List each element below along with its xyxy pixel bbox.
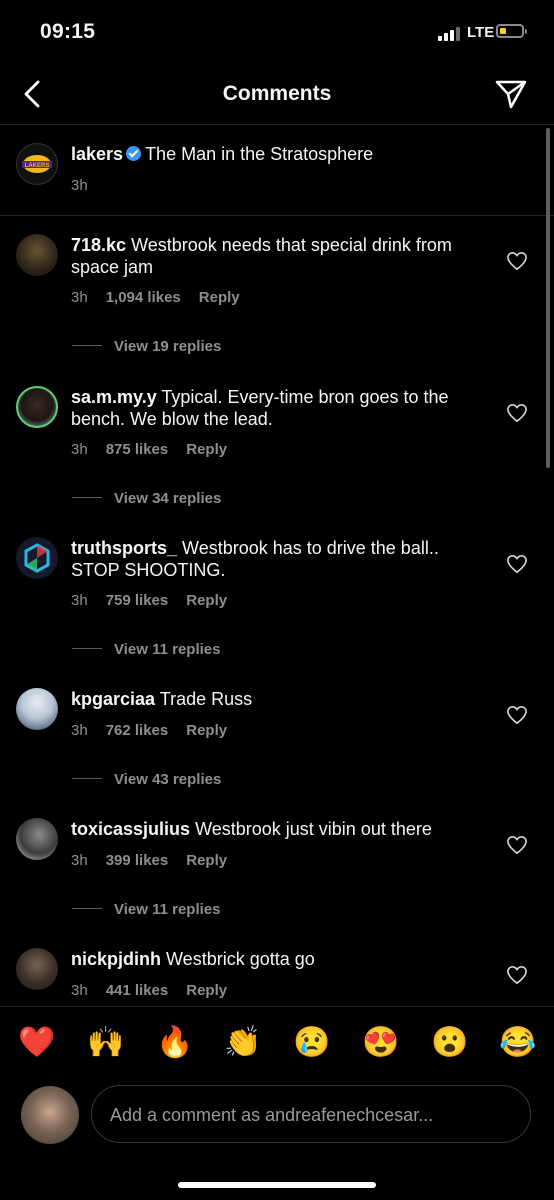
caption-text: The Man in the Stratosphere: [145, 144, 374, 164]
comment-time: 3h: [71, 592, 88, 609]
caption-username[interactable]: lakers: [71, 144, 123, 164]
view-replies-text: View 19 replies: [114, 338, 222, 355]
comment-username[interactable]: truthsports_: [71, 538, 177, 558]
view-replies-link[interactable]: View 43 replies: [72, 771, 221, 788]
status-bar: 09:15 LTE: [0, 0, 554, 64]
comment-username[interactable]: kpgarciaa: [71, 689, 155, 709]
like-heart-icon[interactable]: [506, 251, 528, 271]
reply-button[interactable]: Reply: [199, 289, 240, 306]
view-replies-text: View 11 replies: [114, 641, 221, 658]
user-avatar[interactable]: [16, 818, 58, 860]
comment-username[interactable]: nickpjdinh: [71, 949, 161, 969]
verified-badge-icon: [126, 146, 142, 161]
view-replies-text: View 43 replies: [114, 771, 222, 788]
crying-emoji-button[interactable]: 😢: [293, 1025, 330, 1061]
heart-eyes-emoji-button[interactable]: 😍: [362, 1025, 399, 1061]
comment-username[interactable]: toxicassjulius: [71, 819, 190, 839]
reply-button[interactable]: Reply: [186, 722, 227, 739]
comment-text-block: kpgarciaa Trade Russ: [71, 688, 491, 710]
laughing-emoji-button[interactable]: 😂: [499, 1025, 536, 1061]
reply-button[interactable]: Reply: [186, 852, 227, 869]
reply-button[interactable]: Reply: [186, 592, 227, 609]
surprised-emoji-button[interactable]: 😮: [431, 1025, 468, 1061]
comment-time: 3h: [71, 852, 88, 869]
status-time: 09:15: [40, 20, 96, 43]
lakers-avatar[interactable]: LAKERS: [16, 143, 58, 185]
comment-likes[interactable]: 399 likes: [106, 852, 169, 869]
comment-username[interactable]: sa.m.my.y: [71, 387, 157, 407]
comment-likes[interactable]: 762 likes: [106, 722, 169, 739]
comment-likes[interactable]: 1,094 likes: [106, 289, 181, 306]
comment-likes[interactable]: 875 likes: [106, 441, 169, 458]
comment-text: Trade Russ: [159, 689, 253, 709]
view-replies-text: View 34 replies: [114, 490, 222, 507]
user-avatar[interactable]: [16, 688, 58, 730]
comment-time: 3h: [71, 982, 88, 999]
comment-text-block: truthsports_ Westbrook has to drive the …: [71, 537, 491, 581]
user-avatar[interactable]: [16, 386, 58, 428]
send-icon[interactable]: [494, 78, 528, 110]
comment-text: Westbrook just vibin out there: [195, 819, 432, 839]
like-heart-icon[interactable]: [506, 705, 528, 725]
comment-text: Westbrick gotta go: [166, 949, 315, 969]
like-heart-icon[interactable]: [506, 554, 528, 574]
like-heart-icon[interactable]: [506, 965, 528, 985]
comment-likes[interactable]: 759 likes: [106, 592, 169, 609]
comment-time: 3h: [71, 289, 88, 306]
comment-input-wrapper: [91, 1085, 531, 1144]
network-label: LTE: [467, 24, 495, 41]
user-avatar[interactable]: [16, 537, 58, 579]
post-caption: LAKERS lakers The Man in the Stratosphere…: [0, 125, 554, 216]
emoji-quick-bar: ❤️ 🙌 🔥 👏 😢 😍 😮 😂: [0, 1006, 554, 1081]
lakers-logo-text: LAKERS: [25, 163, 50, 169]
battery-icon: [496, 24, 527, 38]
page-title: Comments: [222, 82, 332, 105]
navigation-bar: Comments: [0, 64, 554, 125]
view-replies-text: View 11 replies: [114, 901, 221, 918]
view-replies-link[interactable]: View 34 replies: [72, 490, 221, 507]
comment-text: Westbrook needs that special drink from …: [71, 235, 452, 277]
comment-username[interactable]: 718.kc: [71, 235, 126, 255]
comment-text-block: 718.kc Westbrook needs that special drin…: [71, 234, 491, 278]
user-avatar[interactable]: [16, 234, 58, 276]
scrollbar[interactable]: [546, 128, 550, 468]
current-user-avatar: [21, 1086, 79, 1144]
view-replies-link[interactable]: View 11 replies: [72, 641, 220, 658]
like-heart-icon[interactable]: [506, 403, 528, 423]
view-replies-link[interactable]: View 11 replies: [72, 901, 220, 918]
comment-text-block: sa.m.my.y Typical. Every-time bron goes …: [71, 386, 491, 430]
like-heart-icon[interactable]: [506, 835, 528, 855]
view-replies-link[interactable]: View 19 replies: [72, 338, 221, 355]
raised-hands-emoji-button[interactable]: 🙌: [87, 1025, 124, 1061]
comment-text-block: toxicassjulius Westbrook just vibin out …: [71, 818, 491, 840]
red-heart-emoji-button[interactable]: ❤️: [18, 1025, 55, 1061]
fire-emoji-button[interactable]: 🔥: [156, 1025, 193, 1061]
signal-icon: [438, 27, 462, 41]
comment-input[interactable]: [108, 1086, 512, 1144]
reply-button[interactable]: Reply: [186, 441, 227, 458]
user-avatar[interactable]: [16, 948, 58, 990]
caption-timestamp: 3h: [71, 177, 88, 194]
comment-time: 3h: [71, 441, 88, 458]
comment-composer: [0, 1080, 554, 1160]
home-indicator[interactable]: [178, 1182, 376, 1188]
comment-time: 3h: [71, 722, 88, 739]
reply-button[interactable]: Reply: [186, 982, 227, 999]
comment-text-block: nickpjdinh Westbrick gotta go: [71, 948, 491, 970]
clapping-emoji-button[interactable]: 👏: [224, 1025, 261, 1061]
truthsports-logo-icon: [24, 543, 50, 573]
comment-likes[interactable]: 441 likes: [106, 982, 169, 999]
